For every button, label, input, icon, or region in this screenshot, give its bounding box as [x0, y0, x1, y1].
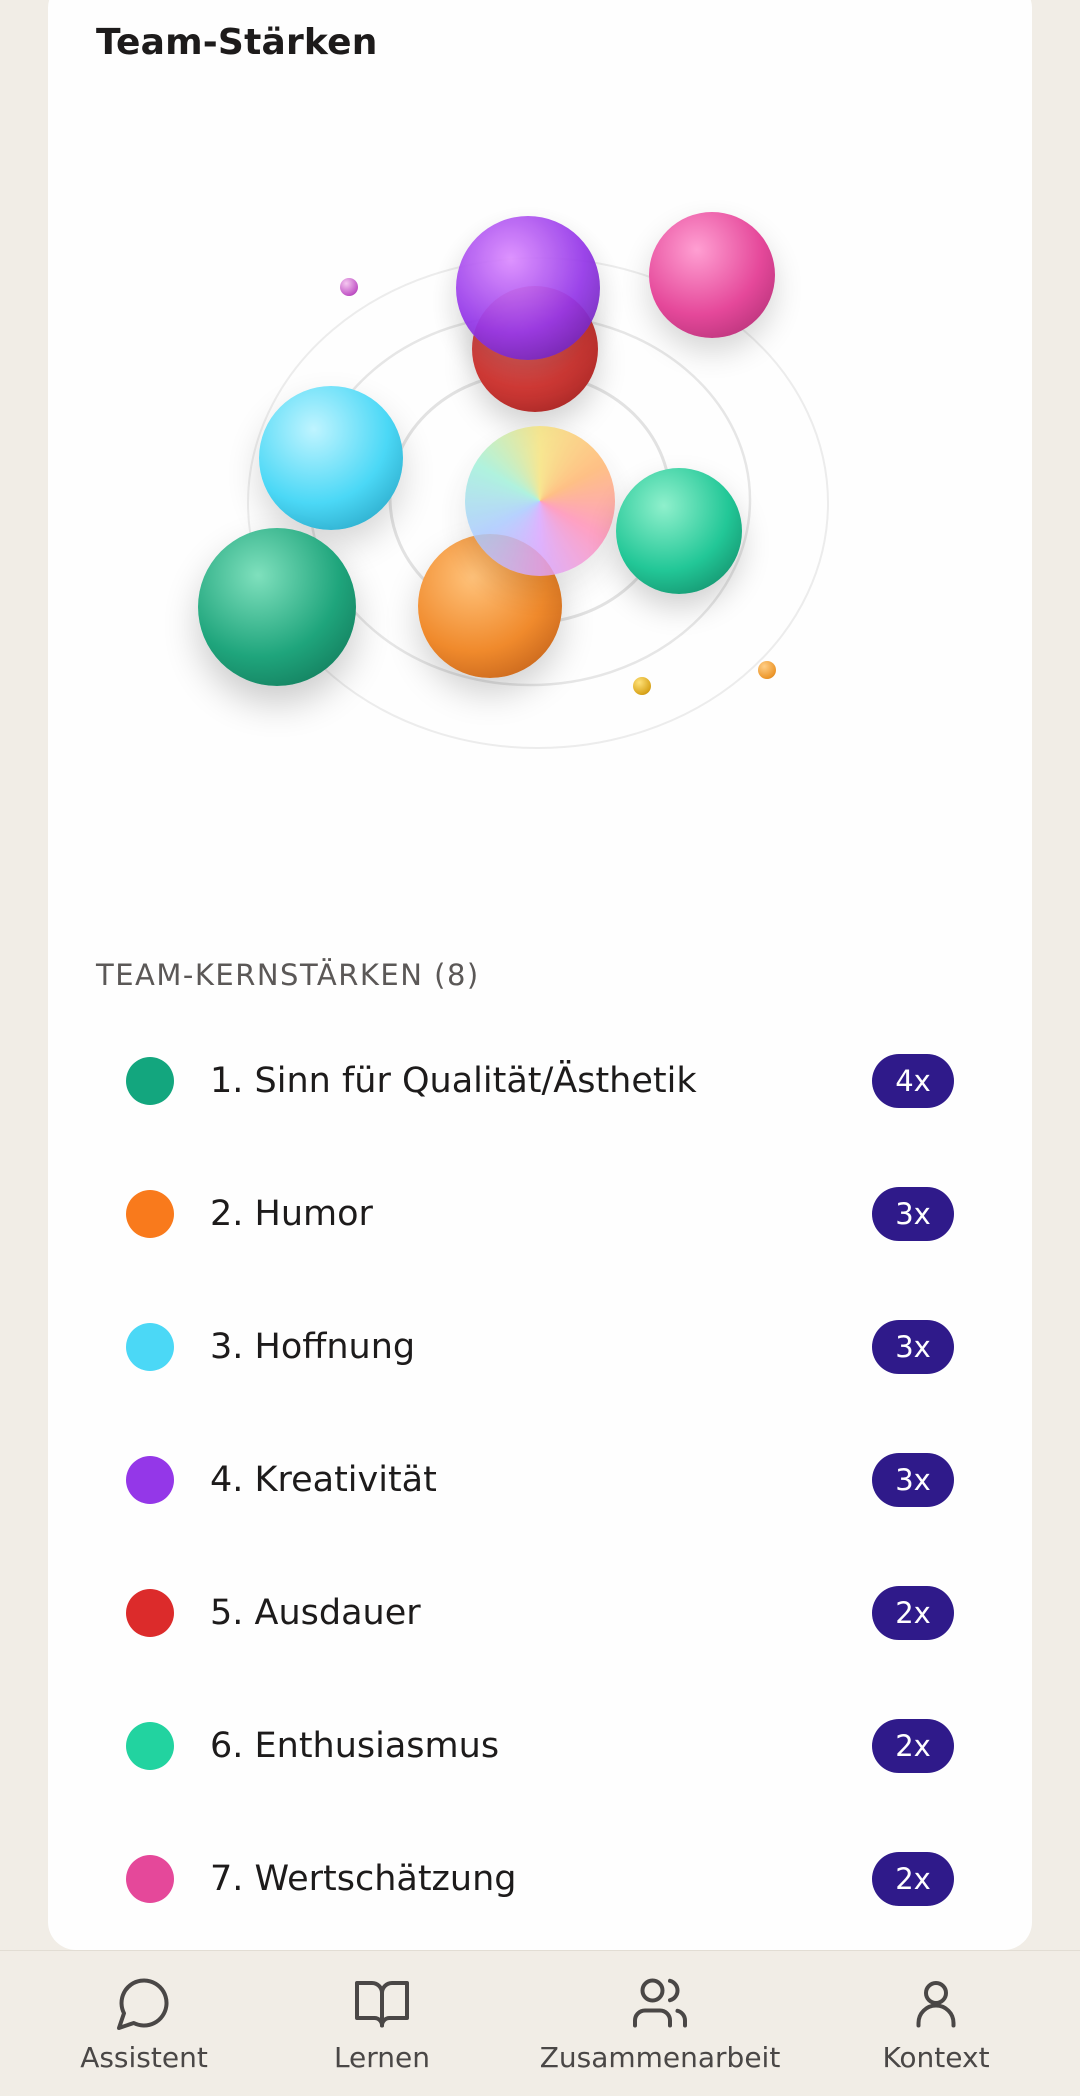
count-badge: 2x — [872, 1851, 954, 1906]
strength-label: 7. Wertschätzung — [210, 1858, 517, 1899]
nav-item-kontext[interactable]: Kontext — [876, 1973, 996, 2074]
color-dot — [126, 1854, 174, 1903]
strength-label: 3. Hoffnung — [210, 1326, 416, 1367]
strengths-list: 1. Sinn für Qualität/Ästhetik 4x 2. Humo… — [96, 1014, 956, 1945]
page-title: Team-Stärken — [96, 22, 378, 63]
color-dot — [126, 1056, 174, 1105]
rainbow-center-sphere — [465, 426, 615, 576]
users-icon — [633, 1978, 687, 2028]
list-item[interactable]: 6. Enthusiasmus 2x — [96, 1679, 956, 1812]
color-dot — [126, 1721, 174, 1770]
purple-sphere — [456, 216, 600, 360]
list-item[interactable]: 1. Sinn für Qualität/Ästhetik 4x — [96, 1014, 956, 1147]
nav-label: Zusammenarbeit — [539, 2041, 781, 2074]
book-icon — [355, 1981, 409, 2028]
color-dot — [126, 1588, 174, 1637]
strength-label: 5. Ausdauer — [210, 1592, 421, 1633]
nav-item-assistent[interactable]: Assistent — [80, 1973, 208, 2074]
nav-item-zusammenarbeit[interactable]: Zusammenarbeit — [540, 1973, 780, 2074]
count-badge: 3x — [872, 1186, 954, 1241]
bottom-navigation: Assistent Lernen Zusammenarbeit Kontext — [0, 1950, 1080, 2096]
list-item[interactable]: 5. Ausdauer 2x — [96, 1546, 956, 1679]
cyan-sphere — [259, 386, 403, 530]
count-badge: 3x — [872, 1452, 954, 1507]
strength-label: 2. Humor — [210, 1193, 373, 1234]
small-orange-sphere — [758, 661, 776, 679]
count-badge: 2x — [872, 1718, 954, 1773]
chat-bubble-icon — [117, 1978, 169, 2030]
green-sphere-large — [198, 528, 356, 686]
nav-label: Lernen — [333, 2041, 431, 2074]
strength-label: 4. Kreativität — [210, 1459, 437, 1500]
list-item[interactable]: 3. Hoffnung 3x — [96, 1280, 956, 1413]
list-item[interactable]: 4. Kreativität 3x — [96, 1413, 956, 1546]
small-yellow-sphere — [633, 677, 651, 695]
count-badge: 3x — [872, 1319, 954, 1374]
strengths-bubble-visualization — [160, 180, 860, 800]
nav-label: Assistent — [80, 2041, 208, 2074]
color-dot — [126, 1322, 174, 1371]
nav-label: Kontext — [882, 2041, 990, 2074]
person-icon — [916, 1981, 956, 2028]
color-dot — [126, 1455, 174, 1504]
count-badge: 2x — [872, 1585, 954, 1640]
strength-label: 1. Sinn für Qualität/Ästhetik — [210, 1060, 697, 1101]
teal-sphere — [616, 468, 742, 594]
strength-label: 6. Enthusiasmus — [210, 1725, 500, 1766]
section-heading: TEAM-KERNSTÄRKEN (8) — [96, 958, 480, 992]
list-item[interactable]: 7. Wertschätzung 2x — [96, 1812, 956, 1945]
count-badge: 4x — [872, 1053, 954, 1108]
list-item[interactable]: 2. Humor 3x — [96, 1147, 956, 1280]
color-dot — [126, 1189, 174, 1238]
pink-sphere — [649, 212, 775, 338]
small-pink-sphere — [340, 278, 358, 296]
nav-item-lernen[interactable]: Lernen — [322, 1973, 442, 2074]
